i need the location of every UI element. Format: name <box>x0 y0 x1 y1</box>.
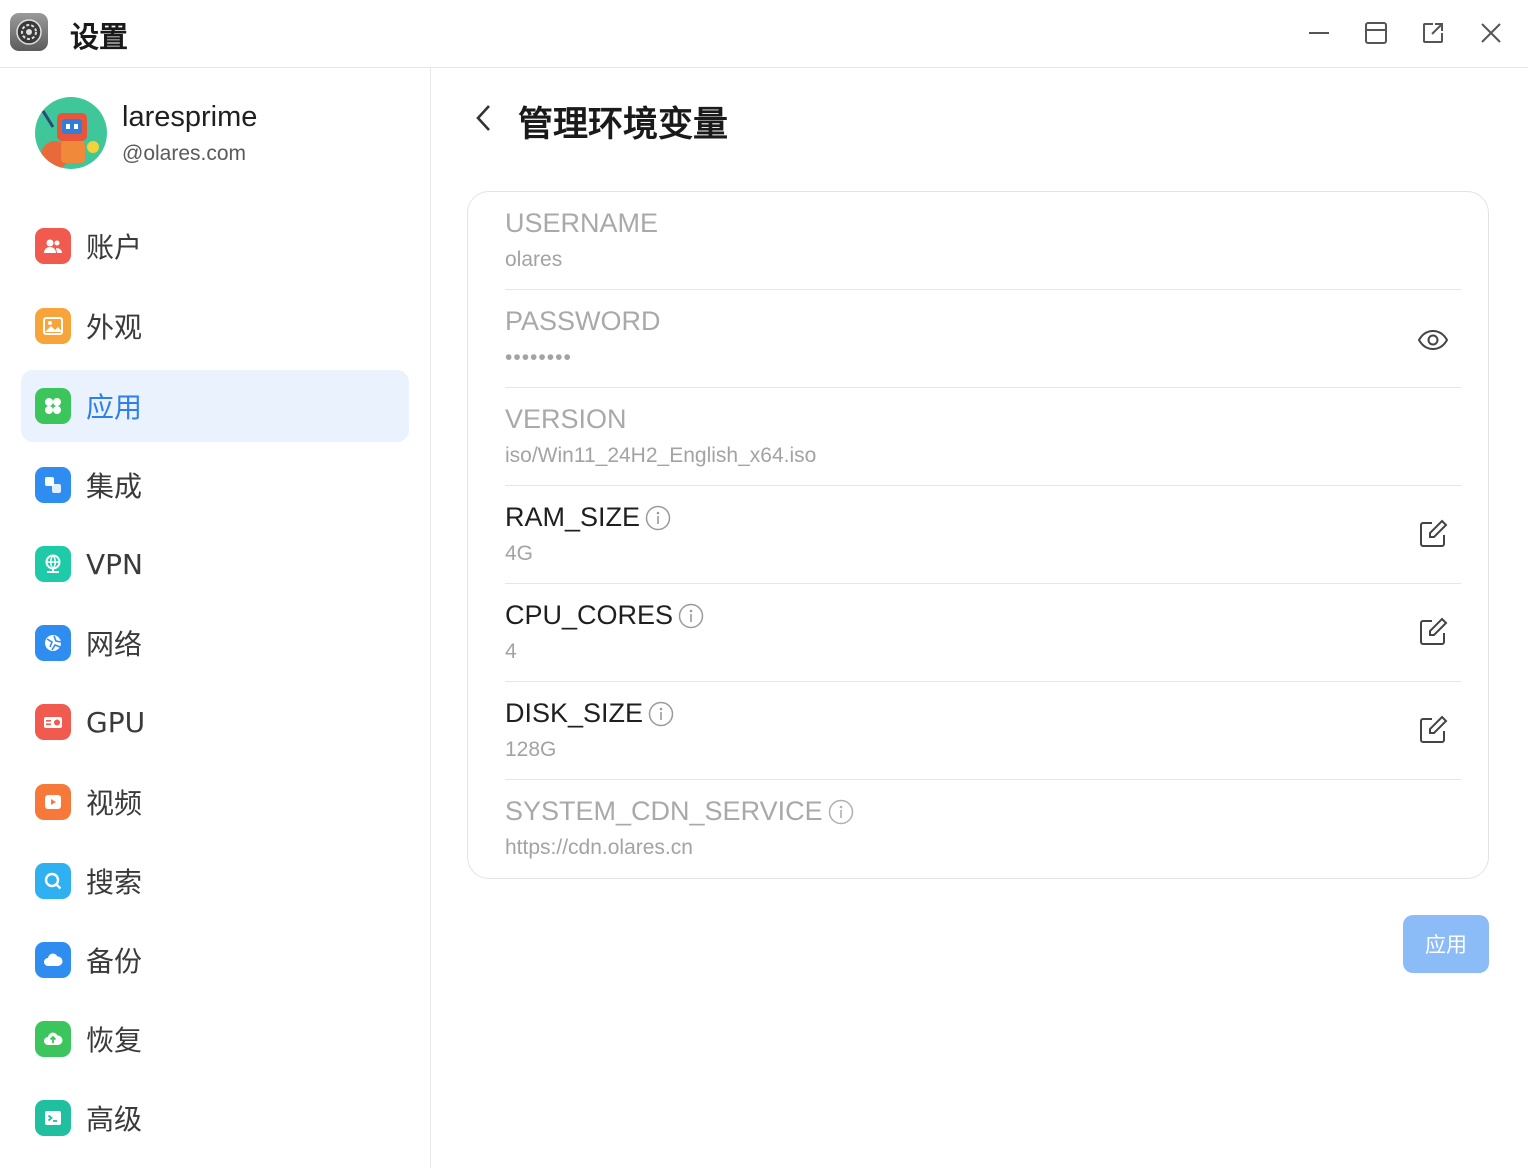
sidebar-item-label: 备份 <box>86 945 143 978</box>
sidebar-item-label: VPN <box>86 547 143 581</box>
env-row-cpu-cores: CPU_CORES 4 <box>505 584 1461 682</box>
sidebar-item-network[interactable]: 网络 <box>21 607 409 679</box>
env-vars-card: USERNAME olares PASSWORD •••••••• VERSIO… <box>467 191 1489 879</box>
env-value: https://cdn.olares.cn <box>505 836 693 859</box>
env-value: olares <box>505 248 563 271</box>
sidebar-item-label: 高级 <box>86 1103 143 1136</box>
env-key: DISK_SIZE <box>505 698 675 729</box>
title-bar: 设置 <box>0 0 1528 68</box>
sidebar-item-advanced[interactable]: 高级 <box>21 1082 409 1154</box>
env-value: 4 <box>505 640 517 663</box>
sidebar-item-apps[interactable]: 应用 <box>21 370 409 442</box>
avatar[interactable] <box>35 97 107 169</box>
apply-button[interactable]: 应用 <box>1403 915 1489 973</box>
sidebar-item-label: 搜索 <box>86 866 143 899</box>
edit-icon[interactable] <box>1415 614 1451 650</box>
user-name: laresprime <box>122 101 258 133</box>
sidebar-item-label: 恢复 <box>86 1024 143 1057</box>
env-key: PASSWORD <box>505 306 661 336</box>
env-key: USERNAME <box>505 208 659 238</box>
maximize-icon[interactable] <box>1359 16 1393 50</box>
info-icon[interactable] <box>647 700 675 728</box>
edit-icon[interactable] <box>1415 712 1451 748</box>
sidebar-item-vpn[interactable]: VPN <box>21 528 409 600</box>
eye-icon[interactable] <box>1415 322 1451 358</box>
info-icon[interactable] <box>677 602 705 630</box>
env-row-ram-size: RAM_SIZE 4G <box>505 486 1461 584</box>
chevron-left-icon <box>476 105 490 131</box>
terminal-icon <box>35 1100 71 1136</box>
minimize-icon[interactable] <box>1302 16 1336 50</box>
env-value: 4G <box>505 542 534 565</box>
open-external-icon[interactable] <box>1416 16 1450 50</box>
env-row-version: VERSION iso/Win11_24H2_English_x64.iso <box>505 388 1461 486</box>
sidebar-item-gpu[interactable]: GPU <box>21 686 409 758</box>
backup-icon <box>35 942 71 978</box>
close-icon[interactable] <box>1474 16 1508 50</box>
integration-icon <box>35 467 71 503</box>
search-icon <box>35 863 71 899</box>
sidebar-item-video[interactable]: 视频 <box>21 766 409 838</box>
page-title: 管理环境变量 <box>518 105 729 145</box>
back-button[interactable] <box>466 100 500 136</box>
sidebar-item-label: 账户 <box>86 231 143 264</box>
gpu-icon <box>35 704 71 740</box>
info-icon[interactable] <box>827 798 855 826</box>
sidebar-item-label: 集成 <box>86 470 143 503</box>
settings-app-icon <box>10 13 48 51</box>
sidebar-item-label: 视频 <box>86 787 143 820</box>
env-row-password: PASSWORD •••••••• <box>505 290 1461 388</box>
window-title: 设置 <box>70 20 129 54</box>
edit-icon[interactable] <box>1415 516 1451 552</box>
sidebar-item-restore[interactable]: 恢复 <box>21 1003 409 1075</box>
env-key: CPU_CORES <box>505 600 705 631</box>
sidebar-item-backup[interactable]: 备份 <box>21 924 409 996</box>
env-key: SYSTEM_CDN_SERVICE <box>505 796 855 827</box>
sidebar-item-integration[interactable]: 集成 <box>21 449 409 521</box>
sidebar: laresprime @olares.com 账户 外观 应用 集成 VPN 网… <box>0 68 431 1168</box>
apps-icon <box>35 388 71 424</box>
user-domain: @olares.com <box>122 142 247 165</box>
sidebar-item-label: 网络 <box>86 628 143 661</box>
info-icon[interactable] <box>644 504 672 532</box>
network-icon <box>35 625 71 661</box>
account-icon <box>35 228 71 264</box>
sidebar-item-label: 应用 <box>86 391 143 424</box>
env-row-system-cdn-service: SYSTEM_CDN_SERVICE https://cdn.olares.cn <box>505 780 1461 878</box>
env-value: •••••••• <box>505 346 572 369</box>
video-icon <box>35 784 71 820</box>
env-value: 128G <box>505 738 557 761</box>
env-row-disk-size: DISK_SIZE 128G <box>505 682 1461 780</box>
env-value: iso/Win11_24H2_English_x64.iso <box>505 444 817 467</box>
env-row-username: USERNAME olares <box>505 192 1461 290</box>
env-key: RAM_SIZE <box>505 502 672 533</box>
restore-icon <box>35 1021 71 1057</box>
sidebar-item-appearance[interactable]: 外观 <box>21 290 409 362</box>
appearance-icon <box>35 308 71 344</box>
sidebar-item-search[interactable]: 搜索 <box>21 845 409 917</box>
sidebar-item-account[interactable]: 账户 <box>21 210 409 282</box>
sidebar-item-label: GPU <box>86 705 146 739</box>
vpn-icon <box>35 546 71 582</box>
env-key: VERSION <box>505 404 627 434</box>
sidebar-item-label: 外观 <box>86 311 143 344</box>
